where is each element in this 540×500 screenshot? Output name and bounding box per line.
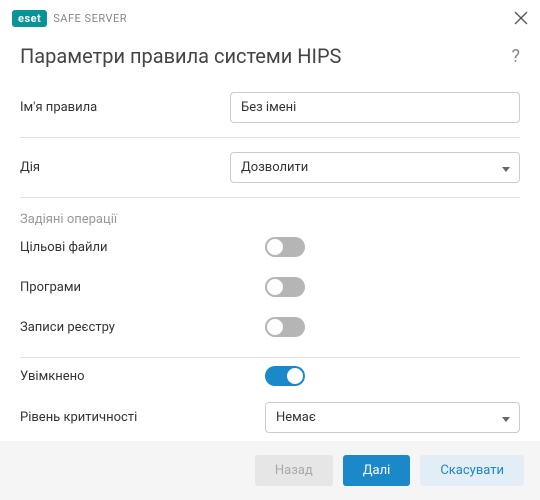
content: Ім'я правила Дія Дозволити Задіяні опера…	[0, 82, 540, 483]
action-label: Дія	[20, 160, 230, 175]
action-select[interactable]: Дозволити	[230, 152, 520, 183]
close-icon[interactable]	[514, 11, 528, 25]
rule-name-label: Ім'я правила	[20, 100, 230, 115]
help-icon[interactable]: ?	[511, 44, 520, 67]
divider	[20, 137, 520, 138]
row-severity: Рівень критичності Немає	[20, 402, 520, 443]
rule-name-input[interactable]	[230, 92, 520, 123]
header: Параметри правила системи HIPS ?	[0, 34, 540, 82]
row-rule-name: Ім'я правила	[20, 82, 520, 133]
target-files-label: Цільові файли	[20, 240, 265, 255]
next-button[interactable]: Далі	[343, 455, 411, 486]
enabled-label: Увімкнено	[20, 369, 265, 384]
divider	[20, 197, 520, 198]
back-button: Назад	[255, 455, 333, 486]
registry-toggle[interactable]	[265, 317, 305, 337]
severity-label: Рівень критичності	[20, 410, 265, 425]
page-title: Параметри правила системи HIPS	[20, 44, 341, 68]
programs-label: Програми	[20, 280, 265, 295]
enabled-toggle[interactable]	[265, 366, 305, 386]
row-programs: Програми	[20, 273, 520, 313]
severity-select[interactable]: Немає	[265, 402, 520, 433]
brand-badge: eset	[12, 10, 47, 27]
programs-toggle[interactable]	[265, 277, 305, 297]
target-files-toggle[interactable]	[265, 237, 305, 257]
row-action: Дія Дозволити	[20, 142, 520, 193]
registry-label: Записи реєстру	[20, 320, 265, 335]
row-enabled: Увімкнено	[20, 362, 520, 402]
titlebar: eset SAFE SERVER	[0, 0, 540, 34]
footer: Назад Далі Скасувати	[0, 441, 540, 500]
cancel-button[interactable]: Скасувати	[420, 455, 524, 486]
row-registry: Записи реєстру	[20, 313, 520, 353]
row-target-files: Цільові файли	[20, 233, 520, 273]
product-name: SAFE SERVER	[53, 12, 127, 25]
divider	[20, 357, 520, 358]
operations-section-label: Задіяні операції	[20, 202, 520, 233]
